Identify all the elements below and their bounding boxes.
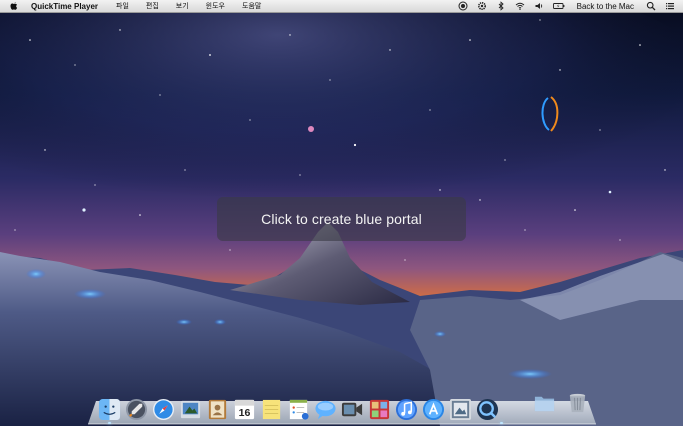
finder-icon[interactable] xyxy=(98,398,121,421)
facetime-icon[interactable] xyxy=(341,398,364,421)
menu-bar: QuickTime Player 파일 편집 보기 윈도우 도움말 Back t… xyxy=(0,0,683,13)
preview-icon[interactable] xyxy=(449,398,472,421)
calendar-icon[interactable]: 16 xyxy=(233,398,256,421)
list-icon[interactable] xyxy=(665,1,675,11)
wifi-icon[interactable] xyxy=(515,1,525,11)
menu-help[interactable]: 도움말 xyxy=(242,1,261,11)
contacts-icon[interactable] xyxy=(206,398,229,421)
itunes-icon[interactable] xyxy=(395,398,418,421)
messages-icon[interactable] xyxy=(314,398,337,421)
app-name-menu[interactable]: QuickTime Player xyxy=(31,2,98,11)
quicktime-icon[interactable] xyxy=(476,398,499,421)
app-store-icon[interactable] xyxy=(422,398,445,421)
menu-edit[interactable]: 편집 xyxy=(146,1,159,11)
search-icon[interactable] xyxy=(646,1,656,11)
bluetooth-icon[interactable] xyxy=(496,1,506,11)
create-blue-portal-label: Click to create blue portal xyxy=(261,211,422,227)
create-blue-portal-button[interactable]: Click to create blue portal xyxy=(217,197,466,241)
notes-icon[interactable] xyxy=(260,398,283,421)
mail-icon[interactable] xyxy=(179,398,202,421)
menu-window[interactable]: 윈도우 xyxy=(206,1,225,11)
calendar-day: 16 xyxy=(239,407,251,419)
dock: 16 xyxy=(98,391,503,421)
trash-icon[interactable] xyxy=(566,391,589,414)
safari-icon[interactable] xyxy=(152,398,175,421)
menu-view[interactable]: 보기 xyxy=(176,1,189,11)
back-to-mac-label[interactable]: Back to the Mac xyxy=(577,2,634,11)
gear-icon[interactable] xyxy=(477,1,487,11)
dock-right-section xyxy=(533,391,593,414)
finder-running-indicator xyxy=(108,422,111,424)
reminders-icon[interactable] xyxy=(287,398,310,421)
desktop: QuickTime Player 파일 편집 보기 윈도우 도움말 Back t… xyxy=(0,0,683,426)
apple-menu-icon[interactable] xyxy=(9,1,19,11)
quicktime-running-indicator xyxy=(500,422,503,424)
launchpad-icon[interactable] xyxy=(125,398,148,421)
photo-booth-icon[interactable] xyxy=(368,398,391,421)
battery-icon[interactable] xyxy=(552,1,565,11)
volume-icon[interactable] xyxy=(534,1,544,11)
downloads-folder-icon[interactable] xyxy=(533,391,556,414)
menu-file[interactable]: 파일 xyxy=(116,1,129,11)
record-icon[interactable] xyxy=(458,1,468,11)
